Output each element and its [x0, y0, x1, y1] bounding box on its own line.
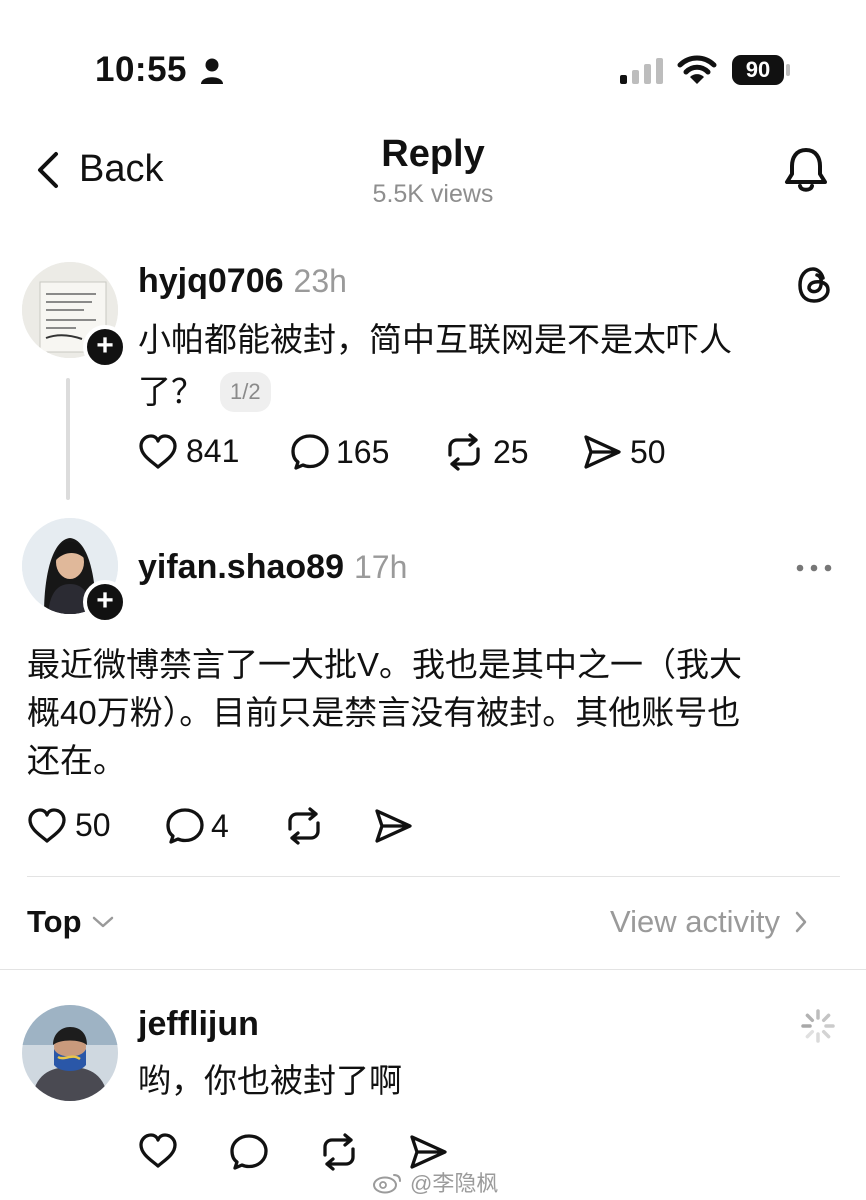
page-title: Reply: [0, 133, 866, 176]
reply-text-content: 哟，你也被封了啊: [138, 1062, 402, 1099]
post-text-line: 小帕都能被封，简中互联网是不是太吓人: [138, 316, 732, 363]
comment-button[interactable]: 165: [290, 433, 389, 471]
thread-line: [66, 378, 70, 500]
battery-cap: [786, 64, 790, 76]
heart-icon: [138, 433, 178, 470]
avatar[interactable]: [22, 1005, 118, 1101]
battery-level: 90: [745, 57, 771, 82]
loading-spinner-icon: [800, 1008, 836, 1044]
comment-bubble-icon: [165, 807, 205, 845]
like-count: 50: [75, 807, 111, 843]
username[interactable]: hyjq0706: [138, 262, 284, 300]
comment-count: 4: [211, 807, 229, 844]
watermark: @李隐枫: [372, 1166, 498, 1198]
follow-plus-icon[interactable]: +: [83, 325, 127, 369]
timestamp: 23h: [293, 263, 347, 299]
comment-bubble-icon: [290, 433, 330, 471]
chevron-right-icon: [794, 910, 808, 934]
comment-button[interactable]: 4: [165, 807, 229, 845]
post-text-line-2: 了？: [138, 373, 204, 410]
share-button[interactable]: 50: [582, 433, 666, 471]
username[interactable]: yifan.shao89: [138, 548, 344, 586]
page-badge: 1/2: [220, 371, 271, 412]
sort-label: Top: [27, 904, 82, 939]
view-activity-link[interactable]: View activity: [610, 904, 808, 940]
view-count-text: 5.5K views: [372, 180, 494, 208]
wifi-icon: [677, 54, 717, 86]
repost-count: 25: [493, 433, 529, 470]
weibo-logo-icon: [372, 1170, 404, 1194]
like-button[interactable]: 841: [138, 433, 239, 470]
share-button[interactable]: [373, 807, 413, 845]
divider: [0, 969, 866, 970]
comment-bubble-icon: [229, 1133, 269, 1171]
reply-header: jefflijun: [138, 1005, 259, 1044]
post-text-line-1: 小帕都能被封，简中互联网是不是太吓人: [138, 321, 732, 358]
repost-button[interactable]: [318, 1133, 360, 1171]
repost-button[interactable]: [283, 807, 325, 845]
username[interactable]: jefflijun: [138, 1005, 259, 1043]
watermark-text: @李隐枫: [410, 1171, 499, 1196]
person-icon: [200, 57, 224, 85]
chevron-down-icon: [92, 915, 114, 929]
like-button[interactable]: 50: [27, 807, 111, 844]
follow-plus-icon[interactable]: +: [83, 580, 127, 624]
repost-button[interactable]: 25: [443, 433, 529, 471]
more-options-icon[interactable]: [796, 564, 832, 572]
view-count: 5.5K views: [0, 180, 866, 209]
repost-icon: [283, 807, 325, 845]
send-icon: [582, 433, 622, 471]
bell-icon[interactable]: [783, 146, 829, 194]
share-count: 50: [630, 433, 666, 470]
heart-icon: [138, 1133, 178, 1169]
heart-icon: [27, 807, 67, 844]
comment-count: 165: [336, 433, 390, 470]
page-title-text: Reply: [381, 133, 485, 175]
post-header: hyjq0706 23h: [138, 262, 347, 301]
post-text-line-3: 还在。: [27, 742, 126, 779]
post-text-line: 概40万粉）。目前只是禁言没有被封。其他账号也: [27, 689, 740, 736]
post-text-line: 了？ 1/2: [138, 368, 271, 415]
post-header: yifan.shao89 17h: [138, 548, 407, 587]
timestamp: 17h: [353, 549, 408, 585]
post-text-line: 还在。: [27, 737, 126, 784]
comment-button[interactable]: [229, 1133, 269, 1171]
post-text-line-1: 最近微博禁言了一大批V。我也是其中之一（我大: [27, 646, 743, 683]
like-count: 841: [186, 433, 240, 469]
signal-icon: [620, 58, 664, 84]
post-text-line-2: 概40万粉）。目前只是禁言没有被封。其他账号也: [27, 694, 741, 731]
view-activity-label: View activity: [610, 904, 780, 939]
repost-icon: [318, 1133, 360, 1171]
repost-icon: [443, 433, 485, 471]
like-button[interactable]: [138, 1133, 178, 1169]
sort-dropdown[interactable]: Top: [27, 904, 114, 940]
status-time: 10:55: [95, 50, 187, 90]
threads-logo-icon[interactable]: [796, 265, 832, 305]
battery-icon: 90: [732, 55, 784, 85]
post-text-line: 最近微博禁言了一大批V。我也是其中之一（我大: [27, 641, 742, 688]
status-time-text: 10:55: [95, 50, 188, 89]
send-icon: [373, 807, 413, 845]
reply-text: 哟，你也被封了啊: [138, 1057, 402, 1104]
divider: [27, 876, 840, 877]
